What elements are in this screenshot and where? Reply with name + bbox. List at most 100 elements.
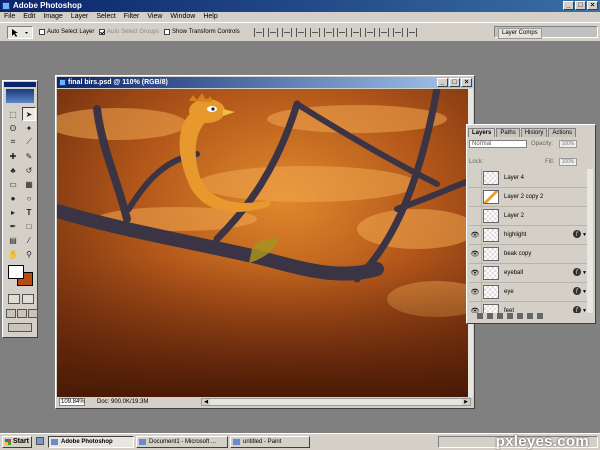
layers-scrollbar[interactable] (587, 169, 593, 313)
visibility-toggle[interactable] (469, 169, 482, 187)
layer-row[interactable]: 👁 beak copy (469, 245, 587, 264)
layer-row[interactable]: 👁 highlight ƒ ▼ (469, 226, 587, 245)
minimize-button[interactable]: _ (563, 1, 574, 10)
distribute-hcenter-icon[interactable] (393, 28, 403, 37)
doc-maximize-button[interactable]: □ (449, 78, 460, 87)
screen-mode-full-button[interactable] (28, 309, 38, 318)
layer-comps-tab[interactable]: Layer Comps (498, 28, 542, 39)
close-button[interactable]: × (587, 1, 598, 10)
tab-history[interactable]: History (520, 128, 548, 137)
blur-icon[interactable]: ● (6, 191, 20, 205)
magic-wand-icon[interactable]: ✦ (22, 121, 36, 135)
menu-image[interactable]: Image (39, 12, 66, 22)
layer-row[interactable]: Layer 2 copy 2 (469, 188, 587, 207)
distribute-top-icon[interactable] (337, 28, 347, 37)
gradient-icon[interactable]: ▦ (22, 177, 36, 191)
distribute-left-icon[interactable] (379, 28, 389, 37)
menu-view[interactable]: View (143, 12, 166, 22)
menu-filter[interactable]: Filter (120, 12, 144, 22)
healing-brush-icon[interactable]: ✚ (6, 149, 20, 163)
move-icon[interactable]: ➤ (22, 107, 36, 121)
new-adjustment-icon[interactable] (517, 313, 523, 319)
new-group-icon[interactable] (507, 313, 513, 319)
menu-select[interactable]: Select (92, 12, 119, 22)
layer-row[interactable]: Layer 4 (469, 169, 587, 188)
layer-row[interactable]: Layer 2 (469, 207, 587, 226)
dodge-icon[interactable]: ○ (22, 191, 36, 205)
quick-mask-mode-button[interactable] (22, 294, 34, 304)
slice-icon[interactable]: ⟋ (22, 135, 36, 149)
visibility-toggle[interactable] (469, 207, 482, 225)
layer-style-icon[interactable]: ƒ (573, 230, 581, 238)
align-bottom-icon[interactable] (282, 28, 292, 37)
scroll-right-arrow-icon[interactable]: ▶ (462, 399, 470, 405)
align-hcenter-icon[interactable] (310, 28, 320, 37)
doc-minimize-button[interactable]: _ (437, 78, 448, 87)
eyedropper-icon[interactable]: ⁄ (22, 233, 36, 247)
eye-icon[interactable]: 👁 (469, 226, 482, 244)
trash-icon[interactable] (537, 313, 543, 319)
link-layers-icon[interactable] (477, 313, 483, 319)
layer-row[interactable]: 👁 feet ƒ ▼ (469, 302, 587, 313)
task-paint[interactable]: untitled - Paint (230, 436, 310, 448)
menu-help[interactable]: Help (199, 12, 221, 22)
add-mask-icon[interactable] (497, 313, 503, 319)
type-icon[interactable]: T (22, 205, 36, 219)
opacity-field[interactable]: 100% (559, 140, 577, 148)
eye-icon[interactable]: 👁 (469, 245, 482, 263)
align-left-icon[interactable] (296, 28, 306, 37)
eye-icon[interactable]: 👁 (469, 264, 482, 282)
layer-style-icon[interactable]: ƒ (573, 306, 581, 313)
image-canvas[interactable] (57, 89, 469, 397)
tab-paths[interactable]: Paths (496, 128, 520, 137)
toolbox-title-bar[interactable] (4, 82, 36, 87)
maximize-button[interactable]: □ (575, 1, 586, 10)
eye-icon[interactable]: 👁 (469, 302, 482, 313)
tool-preset-picker[interactable] (7, 26, 33, 39)
tab-actions[interactable]: Actions (548, 128, 577, 137)
distribute-bottom-icon[interactable] (365, 28, 375, 37)
tab-layers[interactable]: Layers (468, 128, 496, 137)
layer-style-icon[interactable]: ƒ (573, 287, 581, 295)
layer-style-icon[interactable]: ƒ (573, 268, 581, 276)
distribute-vcenter-icon[interactable] (351, 28, 361, 37)
adobe-online-logo-icon[interactable] (6, 89, 34, 103)
blend-mode-select[interactable]: Normal (469, 140, 527, 148)
history-brush-icon[interactable]: ↺ (22, 163, 36, 177)
align-vcenter-icon[interactable] (268, 28, 278, 37)
fill-field[interactable]: 100% (559, 158, 577, 166)
notes-icon[interactable]: ▤ (6, 233, 20, 247)
visibility-toggle[interactable] (469, 188, 482, 206)
jump-to-imageready-button[interactable] (8, 323, 32, 332)
show-transform-checkbox[interactable] (164, 29, 170, 35)
shape-icon[interactable]: □ (22, 219, 36, 233)
standard-mode-button[interactable] (8, 294, 20, 304)
align-right-icon[interactable] (324, 28, 334, 37)
auto-select-layer-checkbox[interactable] (39, 29, 45, 35)
foreground-color-swatch[interactable] (8, 265, 24, 279)
crop-icon[interactable]: ⌗ (6, 135, 20, 149)
lasso-icon[interactable]: ʘ (6, 121, 20, 135)
marquee-icon[interactable]: ⬚ (6, 107, 20, 121)
menu-file[interactable]: File (0, 12, 19, 22)
path-select-icon[interactable]: ▸ (6, 205, 20, 219)
layer-row[interactable]: 👁 eye ƒ ▼ (469, 283, 587, 302)
align-top-icon[interactable] (254, 28, 264, 37)
scroll-left-arrow-icon[interactable]: ◀ (202, 399, 210, 405)
brush-icon[interactable]: ✎ (22, 149, 36, 163)
pen-icon[interactable]: ✒ (6, 219, 20, 233)
document-horizontal-scrollbar[interactable]: ◀ ▶ (201, 398, 471, 406)
document-title-bar[interactable]: final birs.psd @ 110% (RGB/8) _ □ × (57, 77, 473, 88)
start-button[interactable]: Start (2, 436, 32, 448)
add-style-icon[interactable] (487, 313, 493, 319)
eraser-icon[interactable]: ▭ (6, 177, 20, 191)
task-word-document[interactable]: Document1 - Microsoft ... (136, 436, 228, 448)
screen-mode-full-menu-button[interactable] (17, 309, 27, 318)
menu-window[interactable]: Window (166, 12, 199, 22)
task-adobe-photoshop[interactable]: Adobe Photoshop (48, 436, 134, 448)
new-layer-icon[interactable] (527, 313, 533, 319)
zoom-level-field[interactable]: 109.84% (59, 398, 85, 406)
quick-launch-desktop-icon[interactable] (36, 437, 44, 445)
clone-stamp-icon[interactable]: ♣ (6, 163, 20, 177)
doc-close-button[interactable]: × (461, 78, 472, 87)
